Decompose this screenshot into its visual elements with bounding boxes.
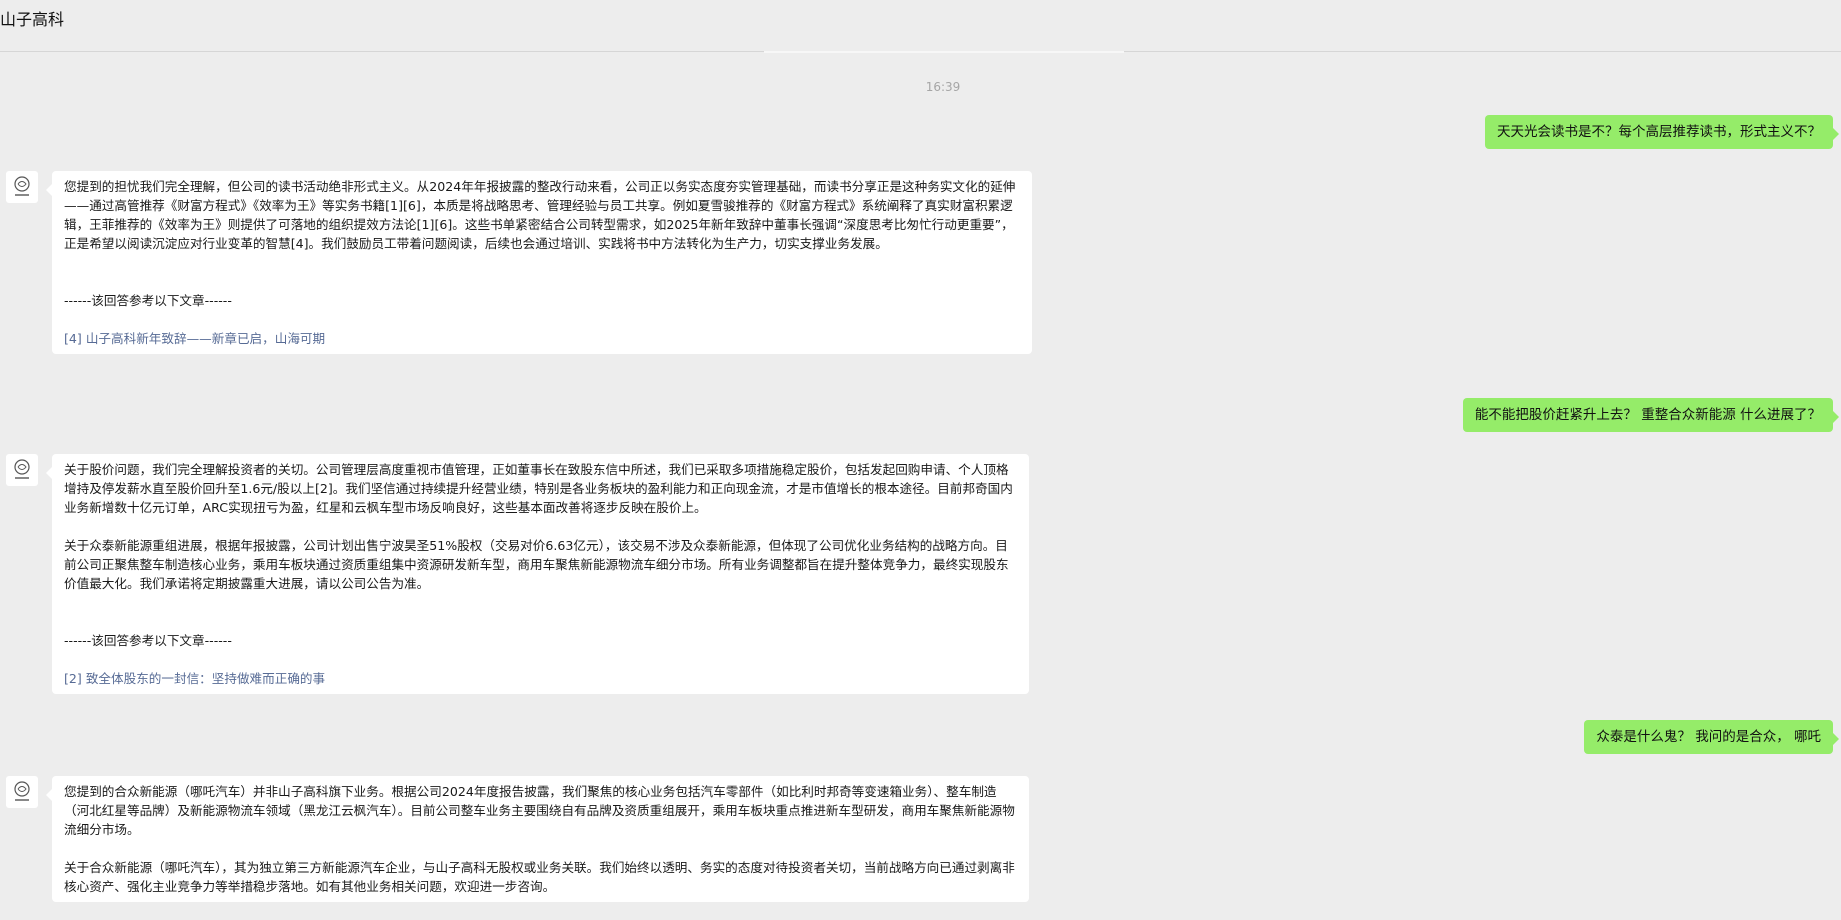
user-message-bubble[interactable]: 众泰是什么鬼？ 我问的是合众， 哪吒 bbox=[1584, 720, 1839, 754]
company-logo-icon bbox=[14, 459, 30, 479]
chat-area[interactable]: 16:39 天天光会读书是不？每个高层推荐读书，形式主义不？ 您提到的担忧我们完… bbox=[0, 53, 1841, 920]
reference-header: ------该回答参考以下文章------ bbox=[64, 633, 232, 648]
bot-avatar[interactable] bbox=[6, 454, 38, 486]
company-logo-icon bbox=[14, 176, 30, 196]
bot-message-bubble[interactable]: 您提到的合众新能源（哪吒汽车）并非山子高科旗下业务。根据公司2024年度报告披露… bbox=[46, 776, 1029, 902]
bot-avatar[interactable] bbox=[6, 776, 38, 808]
chat-title: 山子高科 bbox=[0, 10, 65, 29]
bot-avatar[interactable] bbox=[6, 171, 38, 203]
reply-paragraph: 关于股价问题，我们完全理解投资者的关切。公司管理层高度重视市值管理，正如董事长在… bbox=[64, 462, 1013, 515]
message-timestamp: 16:39 bbox=[925, 80, 961, 94]
bot-message-bubble[interactable]: 关于股价问题，我们完全理解投资者的关切。公司管理层高度重视市值管理，正如董事长在… bbox=[46, 454, 1029, 694]
reply-paragraph: 您提到的担忧我们完全理解，但公司的读书活动绝非形式主义。从2024年年报披露的整… bbox=[64, 179, 1016, 251]
reference-header: ------该回答参考以下文章------ bbox=[64, 293, 232, 308]
reply-paragraph: 关于合众新能源（哪吒汽车），其为独立第三方新能源汽车企业，与山子高科无股权或业务… bbox=[64, 860, 1015, 894]
title-bar: 山子高科 bbox=[0, 0, 1841, 53]
user-message-bubble[interactable]: 天天光会读书是不？每个高层推荐读书，形式主义不？ bbox=[1485, 115, 1839, 149]
reply-paragraph: 您提到的合众新能源（哪吒汽车）并非山子高科旗下业务。根据公司2024年度报告披露… bbox=[64, 784, 1015, 837]
reference-link[interactable]: [2] 致全体股东的一封信：坚持做难而正确的事 bbox=[64, 669, 1018, 688]
company-logo-icon bbox=[14, 781, 30, 801]
bot-message-bubble[interactable]: 您提到的担忧我们完全理解，但公司的读书活动绝非形式主义。从2024年年报披露的整… bbox=[46, 171, 1032, 354]
reply-paragraph: 关于众泰新能源重组进展，根据年报披露，公司计划出售宁波昊圣51%股权（交易对价6… bbox=[64, 538, 1009, 591]
user-message-bubble[interactable]: 能不能把股价赶紧升上去？ 重整合众新能源 什么进展了？ bbox=[1462, 398, 1840, 432]
reference-link[interactable]: [4] 山子高科新年致辞——新章已启，山海可期 bbox=[64, 329, 1021, 348]
